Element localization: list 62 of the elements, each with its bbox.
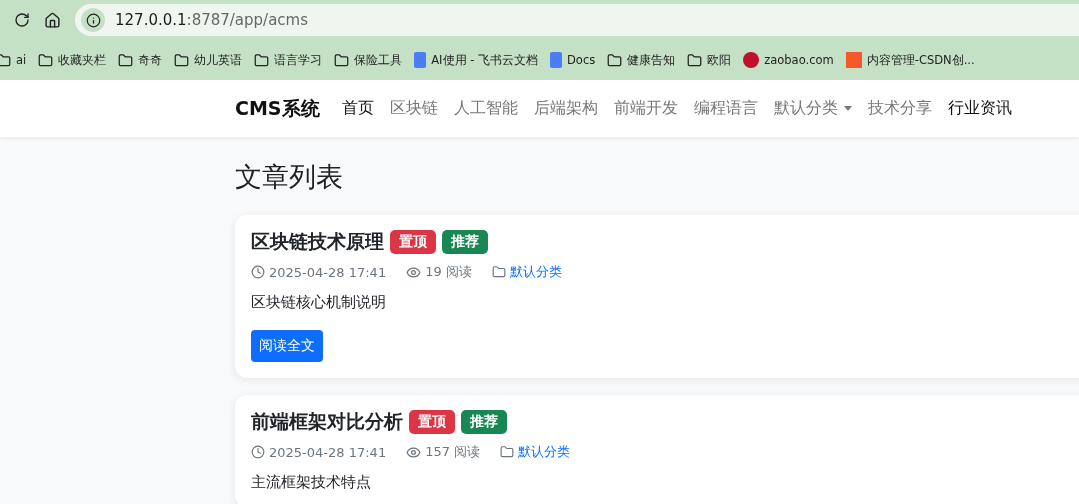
folder-icon — [254, 52, 270, 68]
bookmark[interactable]: 语言学习 — [250, 48, 327, 72]
bookmark[interactable]: 保险工具 — [330, 48, 407, 72]
document-icon — [550, 52, 562, 68]
eye-icon — [406, 444, 422, 460]
summary: 区块链核心机制说明 — [251, 293, 387, 312]
folder-icon — [174, 52, 190, 68]
category-link[interactable]: 默认分类 — [518, 443, 571, 461]
view-count: 157 阅读 — [425, 443, 481, 461]
page-title: 文章列表 — [235, 160, 344, 194]
info-icon[interactable] — [81, 8, 105, 32]
nav-link[interactable]: 前端开发 — [605, 90, 686, 127]
bookmark[interactable]: 奇奇 — [114, 48, 167, 72]
bookmark[interactable]: Docs — [546, 48, 600, 72]
folder-icon — [607, 52, 623, 68]
nav-link[interactable]: 后端架构 — [525, 90, 606, 127]
tag: 推荐 — [442, 230, 488, 254]
caret-icon — [843, 106, 852, 111]
eye-icon — [406, 264, 422, 280]
folder-icon — [38, 52, 54, 68]
nav-link[interactable]: 首页 — [333, 90, 382, 127]
date: 2025-04-28 17:41 — [269, 444, 387, 460]
folder-icon — [0, 52, 11, 68]
nav-link[interactable]: 区块链 — [381, 90, 446, 127]
tag: 置顶 — [390, 230, 436, 254]
article-title[interactable]: 区块链技术原理 — [251, 229, 384, 255]
tag: 推荐 — [461, 410, 507, 434]
bookmark[interactable]: 欧阳 — [683, 48, 736, 72]
bookmark[interactable]: 内容管理-CSDN创... — [841, 48, 979, 72]
brand[interactable]: CMS系统 — [235, 95, 320, 122]
reload-icon[interactable] — [14, 12, 30, 28]
read-more-button[interactable]: 阅读全文 — [251, 330, 323, 362]
document-icon — [414, 52, 427, 68]
address-bar[interactable]: 127.0.0.1:8787/app/acms — [75, 4, 1079, 36]
bookmark[interactable]: zaobao.com — [739, 48, 838, 72]
summary: 主流框架技术特点 — [251, 473, 372, 492]
clock-icon — [251, 445, 265, 459]
nav-link[interactable]: 行业资讯 — [939, 90, 1020, 127]
article-title[interactable]: 前端框架对比分析 — [251, 409, 403, 435]
folder-icon — [334, 52, 350, 68]
tag: 置顶 — [409, 410, 455, 434]
nav-link[interactable]: 技术分享 — [859, 90, 940, 127]
bookmark[interactable]: AI使用 - 飞书云文档 — [410, 48, 542, 72]
date: 2025-04-28 17:41 — [269, 264, 387, 280]
nav-link[interactable]: 编程语言 — [685, 90, 766, 127]
url-text: 127.0.0.1:8787/app/acms — [115, 11, 308, 29]
bookmark[interactable]: 收藏夹栏 — [34, 48, 111, 72]
site-logo-icon — [845, 52, 862, 68]
bookmark[interactable]: 健康告知 — [603, 48, 680, 72]
folder-icon — [500, 445, 515, 459]
bookmark[interactable]: 幼儿英语 — [170, 48, 247, 72]
clock-icon — [251, 265, 265, 279]
nav-link[interactable]: 默认分类 — [765, 90, 860, 127]
site-logo-icon — [743, 52, 760, 68]
category-link[interactable]: 默认分类 — [509, 263, 562, 281]
nav-link[interactable]: 人工智能 — [445, 90, 526, 127]
folder-icon — [687, 52, 703, 68]
folder-icon — [491, 265, 506, 279]
bookmark[interactable]: ai — [0, 48, 31, 72]
view-count: 19 阅读 — [425, 263, 472, 281]
home-icon[interactable] — [44, 11, 61, 29]
folder-icon — [118, 52, 134, 68]
